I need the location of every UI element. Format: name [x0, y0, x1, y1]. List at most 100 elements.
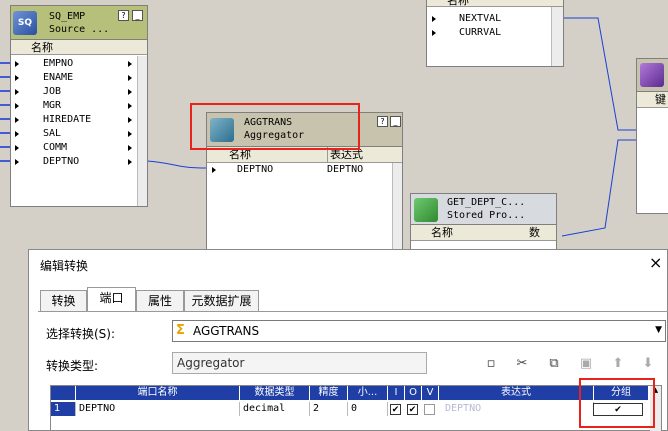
output-checkbox[interactable]: ✔: [407, 404, 418, 415]
source-qualifier-icon: SQ: [13, 11, 37, 35]
target-icon: [640, 63, 664, 87]
tab-label: 端口: [99, 291, 124, 305]
sequence-column-header: 名称: [427, 0, 563, 7]
sq-emp-scrollbar[interactable]: [137, 56, 147, 206]
port-arrow-icon: [15, 131, 19, 137]
grid-header-precision[interactable]: 精度: [310, 386, 348, 400]
port-arrow-icon: [128, 75, 132, 81]
tab-properties[interactable]: 属性: [136, 290, 184, 311]
sq-emp-header[interactable]: SQ SQ_EMP Source ... ? _: [11, 6, 147, 40]
port-arrow-icon: [432, 30, 436, 36]
sq-emp-port-label: HIREDATE: [43, 114, 92, 125]
sequence-port-label: NEXTVAL: [459, 13, 502, 24]
precision-cell[interactable]: 2: [310, 402, 348, 416]
aggtrans-col-name: 名称: [229, 148, 251, 161]
grid-header-port-name[interactable]: 端口名称: [76, 386, 240, 400]
tab-panel-border: [38, 311, 668, 312]
get-dept-header[interactable]: GET_DEPT_C... Stored Pro...: [411, 194, 556, 225]
grid-header-datatype[interactable]: 数据类型: [240, 386, 310, 400]
datatype-cell[interactable]: decimal: [240, 402, 310, 416]
sq-emp-port-label: MGR: [43, 100, 62, 111]
copy-icon[interactable]: ⧉: [546, 356, 562, 372]
sq-emp-port-label: ENAME: [43, 72, 74, 83]
aggregator-icon: [210, 118, 234, 142]
port-arrow-icon: [15, 75, 19, 81]
stored-procedure-icon: [414, 198, 438, 222]
grid-header-scale[interactable]: 小...: [348, 386, 388, 400]
sq-emp-column-header: 名称: [11, 40, 147, 55]
aggtrans-subtitle: Aggregator: [244, 130, 305, 141]
get-dept-node[interactable]: GET_DEPT_C... Stored Pro... 名称 数: [410, 193, 557, 253]
tab-transform[interactable]: 转换: [40, 290, 87, 311]
minimize-button[interactable]: _: [390, 116, 401, 127]
sequence-port-label: CURRVAL: [459, 27, 502, 38]
sq-emp-node[interactable]: SQ SQ_EMP Source ... ? _ 名称 EMPNO ENAME JO…: [10, 5, 148, 207]
chevron-down-icon[interactable]: ▼: [655, 325, 662, 335]
grid-header-output[interactable]: O: [405, 386, 422, 400]
get-dept-subtitle: Stored Pro...: [447, 210, 526, 221]
get-dept-title: GET_DEPT_C...: [447, 197, 526, 208]
port-arrow-icon: [128, 159, 132, 165]
expression-cell[interactable]: DEPTNO: [439, 402, 594, 416]
transformation-type-value: Aggregator: [177, 356, 245, 370]
sq-emp-port-label: JOB: [43, 86, 62, 97]
tab-metadata-extensions[interactable]: 元数据扩展: [184, 290, 259, 311]
sq-emp-port-label: COMM: [43, 142, 68, 153]
dialog-title: 编辑转换: [40, 259, 89, 273]
aggtrans-title: AGGTRANS: [244, 117, 293, 128]
get-dept-col-num: 数: [529, 226, 540, 239]
aggtrans-node[interactable]: AGGTRANS Aggregator ? _ 名称 表达式 DEPTNO DE…: [206, 112, 403, 250]
move-down-icon[interactable]: ⬇: [640, 356, 656, 372]
target-header[interactable]: [637, 59, 668, 92]
sequence-scrollbar[interactable]: [551, 7, 563, 66]
port-arrow-icon: [128, 89, 132, 95]
select-transformation-value: AGGTRANS: [193, 324, 260, 338]
variable-checkbox[interactable]: [424, 404, 435, 415]
help-button[interactable]: ?: [377, 116, 388, 127]
close-icon[interactable]: ×: [649, 253, 662, 272]
cut-icon[interactable]: ✂: [514, 356, 530, 372]
port-arrow-icon: [128, 103, 132, 109]
aggtrans-col-expr: 表达式: [327, 147, 363, 162]
grid-corner: [51, 386, 76, 400]
port-arrow-icon: [15, 159, 19, 165]
minimize-button[interactable]: _: [132, 10, 143, 21]
sq-emp-port-label: SAL: [43, 128, 62, 139]
target-col-name: 键: [655, 93, 666, 106]
select-transformation-label: 选择转换(S):: [46, 327, 116, 341]
grid-header-group-by[interactable]: 分组: [594, 386, 649, 400]
select-transformation-dropdown[interactable]: Σ AGGTRANS ▼: [172, 320, 666, 342]
port-arrow-icon: [432, 16, 436, 22]
port-arrow-icon: [15, 61, 19, 67]
port-arrow-icon: [15, 117, 19, 123]
scale-cell[interactable]: 0: [348, 402, 388, 416]
target-node[interactable]: 键: [636, 58, 668, 214]
input-checkbox[interactable]: ✔: [390, 404, 401, 415]
paste-icon[interactable]: ▣: [578, 356, 594, 372]
grid-header-input[interactable]: I: [388, 386, 405, 400]
sq-emp-title: SQ_EMP: [49, 11, 86, 22]
grid-header-variable[interactable]: V: [422, 386, 439, 400]
group-by-checkbox[interactable]: ✔: [593, 403, 643, 416]
aggtrans-port-name: DEPTNO: [237, 164, 274, 175]
sq-emp-port-label: EMPNO: [43, 58, 74, 69]
new-port-icon[interactable]: ▫: [483, 356, 499, 372]
grid-scrollbar[interactable]: ▲: [650, 386, 661, 431]
help-button[interactable]: ?: [118, 10, 129, 21]
transformation-type-field: Aggregator: [172, 352, 427, 374]
sequence-node[interactable]: 名称 NEXTVAL CURRVAL: [426, 0, 564, 67]
transformation-type-label: 转换类型:: [46, 359, 99, 373]
grid-header-expression[interactable]: 表达式: [439, 386, 594, 400]
port-name-cell[interactable]: DEPTNO: [76, 402, 240, 416]
aggtrans-header[interactable]: AGGTRANS Aggregator ? _: [207, 113, 402, 147]
get-dept-column-header: 名称 数: [411, 225, 556, 241]
tab-ports[interactable]: 端口: [87, 287, 136, 312]
port-arrow-icon: [15, 145, 19, 151]
tab-label: 元数据扩展: [191, 294, 252, 308]
move-up-icon[interactable]: ⬆: [610, 356, 626, 372]
port-arrow-icon: [128, 145, 132, 151]
sigma-icon: Σ: [176, 323, 185, 338]
port-arrow-icon: [15, 103, 19, 109]
aggtrans-scrollbar[interactable]: [392, 163, 402, 249]
aggtrans-port-expr: DEPTNO: [327, 164, 364, 175]
